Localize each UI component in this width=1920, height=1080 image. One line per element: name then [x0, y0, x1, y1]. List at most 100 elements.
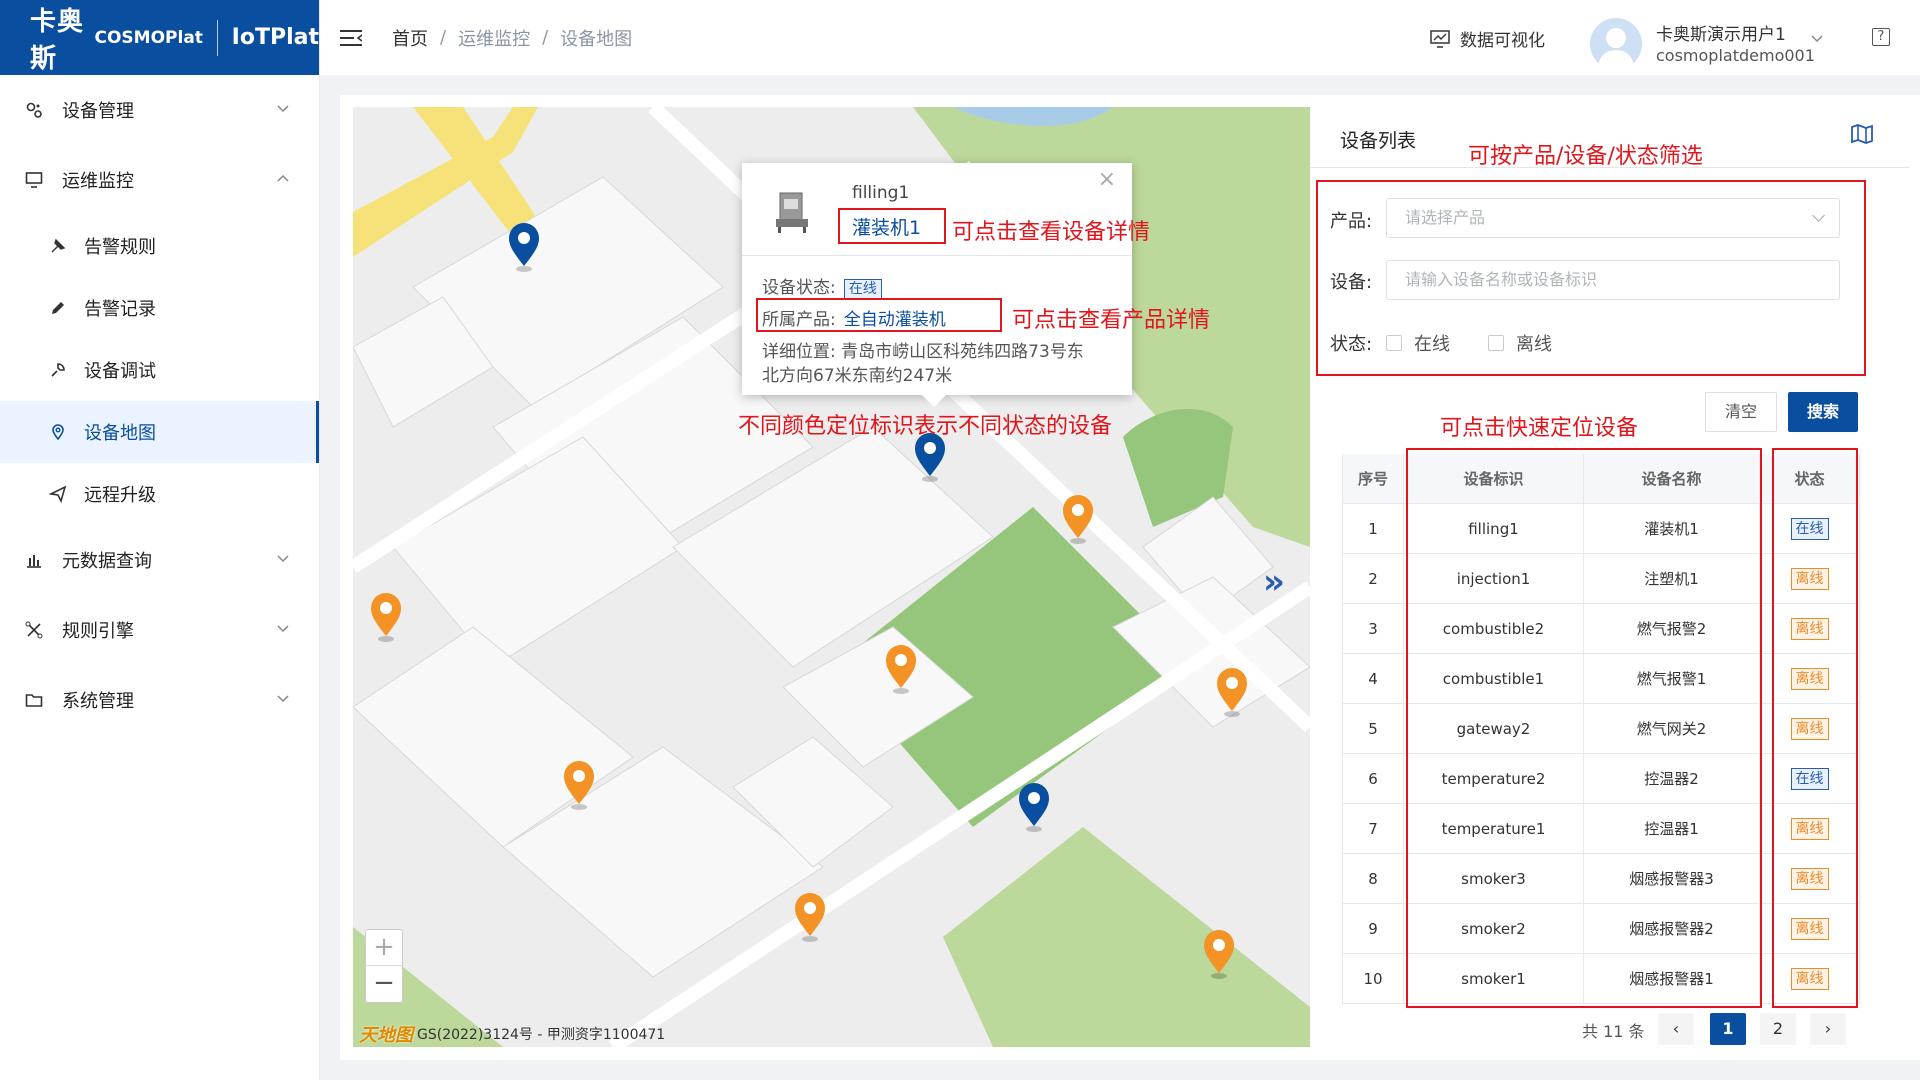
data-visualization-link[interactable]: 数据可视化 [1430, 26, 1545, 51]
sidebar-item-label: 系统管理 [62, 691, 134, 712]
sidebar-item-remote-upgrade[interactable]: 远程升级 [0, 463, 319, 525]
debug-icon [48, 360, 68, 380]
page-1-button[interactable]: 1 [1710, 1013, 1746, 1045]
offline-device-pin[interactable] [1215, 667, 1249, 717]
sidebar-item-alarm-records[interactable]: 告警记录 [0, 277, 319, 339]
row-index: 5 [1342, 704, 1404, 753]
status-label: 设备状态: [762, 278, 836, 298]
sidebar-item-device-management[interactable]: 设备管理 [0, 75, 319, 145]
zoom-out-button[interactable]: − [366, 966, 402, 1002]
offline-device-pin[interactable] [884, 644, 918, 694]
chevron-down-icon[interactable] [1810, 32, 1824, 46]
sidebar-item-label: 设备管理 [62, 101, 134, 122]
device-status-row: 设备状态: 在线 [762, 273, 882, 299]
sidebar-item-device-map[interactable]: 设备地图 [0, 401, 319, 463]
folder-icon [24, 690, 44, 710]
search-button[interactable]: 搜索 [1788, 392, 1858, 432]
rule-engine-icon [24, 620, 44, 640]
close-icon[interactable]: × [1098, 167, 1116, 192]
help-icon[interactable]: ? [1872, 28, 1890, 46]
row-index: 8 [1342, 854, 1404, 903]
offline-device-pin[interactable] [793, 892, 827, 942]
row-index: 10 [1342, 954, 1404, 1003]
chevron-down-icon [277, 105, 289, 113]
sidebar-item-alarm-rules[interactable]: 告警规则 [0, 215, 319, 277]
sidebar-item-system-management[interactable]: 系统管理 [0, 665, 319, 735]
annotation-product-detail: 可点击查看产品详情 [1012, 308, 1211, 333]
row-index: 4 [1342, 654, 1404, 703]
page-2-button[interactable]: 2 [1760, 1013, 1796, 1045]
menu-toggle-icon[interactable] [340, 29, 362, 47]
user-id: cosmoplatdemo001 [1656, 46, 1815, 65]
pin-rule-icon [48, 236, 68, 256]
location-line1: 青岛市崂山区科苑纬四路73号东 [841, 342, 1084, 362]
dataviz-label: 数据可视化 [1460, 31, 1545, 51]
breadcrumb-device-map: 设备地图 [560, 28, 633, 50]
next-page-button[interactable]: › [1810, 1013, 1846, 1045]
annotation-box-status-column [1772, 448, 1858, 1008]
device-search-input[interactable]: 请输入设备名称或设备标识 [1386, 260, 1840, 300]
bar-chart-icon [24, 550, 44, 570]
checkbox-box[interactable] [1488, 335, 1504, 351]
row-index: 7 [1342, 804, 1404, 853]
device-popup: × filling1 灌装机1 设备状态: 在线 所属产品: 全自动灌装机 详细位置… [742, 163, 1132, 407]
user-name[interactable]: 卡奥斯演示用户1 [1656, 20, 1786, 45]
location-icon [48, 422, 68, 442]
product-select[interactable]: 请选择产品 [1386, 198, 1840, 238]
zoom-in-button[interactable]: + [366, 930, 402, 966]
row-index: 2 [1342, 554, 1404, 603]
breadcrumb: 首页 / 运维监控 / 设备地图 [392, 25, 632, 51]
map-attribution: 天地图 GS(2022)3124号 - 甲测资字1100471 [359, 1021, 665, 1047]
annotation-box-device-name [838, 208, 946, 244]
device-code: filling1 [852, 183, 910, 203]
offline-device-pin[interactable] [1202, 929, 1236, 979]
clear-button[interactable]: 清空 [1705, 392, 1777, 432]
breadcrumb-separator: / [440, 27, 447, 48]
sidebar-item-label: 元数据查询 [62, 551, 152, 572]
send-icon [48, 484, 68, 504]
logo-divider [216, 19, 218, 56]
row-index: 6 [1342, 754, 1404, 803]
sidebar-item-metadata-query[interactable]: 元数据查询 [0, 525, 319, 595]
row-index: 3 [1342, 604, 1404, 653]
breadcrumb-home[interactable]: 首页 [392, 25, 428, 51]
annotation-locate: 可点击快速定位设备 [1440, 416, 1639, 441]
device-field-label: 设备: [1330, 272, 1373, 293]
sidebar-item-rule-engine[interactable]: 规则引擎 [0, 595, 319, 665]
brand-iot: IoTPlat [231, 25, 319, 50]
offline-checkbox[interactable]: 离线 [1488, 330, 1552, 356]
breadcrumb-separator: / [542, 27, 549, 48]
breadcrumb-ops-monitor[interactable]: 运维监控 [458, 25, 530, 51]
sidebar-item-ops-monitor[interactable]: 运维监控 [0, 145, 319, 215]
online-checkbox[interactable]: 在线 [1386, 330, 1450, 356]
map-credit-text: GS(2022)3124号 - 甲测资字1100471 [417, 1027, 666, 1043]
row-index: 1 [1342, 504, 1404, 553]
chevron-down-icon [277, 555, 289, 563]
sidebar-item-label: 远程升级 [84, 485, 156, 506]
sidebar-item-label: 运维监控 [62, 171, 134, 192]
annotation-device-detail: 可点击查看设备详情 [952, 220, 1151, 245]
avatar[interactable] [1590, 18, 1642, 70]
offline-device-pin[interactable] [369, 592, 403, 642]
checkbox-box[interactable] [1386, 335, 1402, 351]
gear-icon [24, 100, 44, 120]
offline-device-pin[interactable] [562, 760, 596, 810]
pagination-total: 共 11 条 [1582, 1022, 1645, 1041]
sidebar: 卡奥斯 COSMOPlat IoTPlat 设备管理 运维监控 告警规则 告警记… [0, 0, 320, 1080]
product-field-label: 产品: [1330, 211, 1373, 232]
map-view-icon[interactable] [1850, 122, 1874, 146]
device-list-title: 设备列表 [1340, 130, 1417, 152]
prev-page-button[interactable]: ‹ [1658, 1013, 1694, 1045]
offline-device-pin[interactable] [1061, 494, 1095, 544]
online-device-pin[interactable] [507, 222, 541, 272]
sidebar-item-device-debug[interactable]: 设备调试 [0, 339, 319, 401]
expand-panel-icon[interactable]: » [1263, 562, 1285, 602]
sidebar-item-label: 设备地图 [84, 423, 156, 444]
online-device-pin[interactable] [1017, 782, 1051, 832]
side-menu: 设备管理 运维监控 告警规则 告警记录 设备调试 设备地图 远程升级 元数据查询… [0, 75, 319, 735]
monitor-icon [24, 170, 44, 190]
device-thumbnail [776, 192, 808, 233]
online-checkbox-label: 在线 [1414, 334, 1450, 355]
chevron-down-icon [277, 695, 289, 703]
header-index: 序号 [1342, 454, 1404, 503]
